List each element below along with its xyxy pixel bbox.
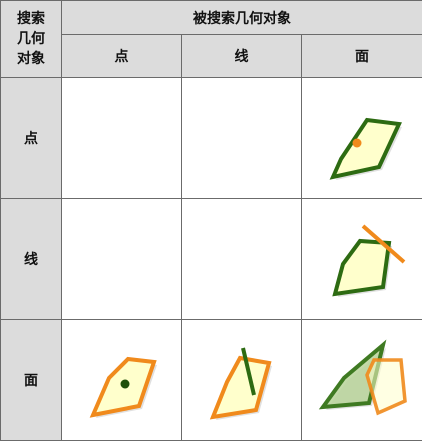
cell-polygon-point (62, 320, 182, 441)
corner-line-2: 几何 (1, 29, 61, 49)
matrix-table: 搜索 几何 对象 被搜索几何对象 点 线 面 点 线 (0, 0, 422, 441)
search-polygon (367, 360, 405, 413)
row-header-polygon: 面 (1, 320, 62, 441)
polygon-crosses-line-illustration (187, 325, 297, 435)
searched-polygon (335, 241, 389, 294)
cell-point-point (62, 78, 182, 199)
corner-line-1: 搜索 (1, 9, 61, 29)
row-header-line: 线 (1, 199, 62, 320)
column-header-line: 线 (182, 35, 302, 78)
spatial-query-matrix: 搜索 几何 对象 被搜索几何对象 点 线 面 点 线 (0, 0, 422, 440)
cell-polygon-polygon (302, 320, 422, 441)
column-header-polygon: 面 (302, 35, 422, 78)
row-header-point: 点 (1, 78, 62, 199)
cell-line-point (62, 199, 182, 320)
header-title: 被搜索几何对象 (62, 1, 422, 35)
cell-line-polygon (302, 199, 422, 320)
search-point (353, 139, 362, 148)
searched-polygon (333, 120, 399, 177)
searched-point (120, 380, 129, 389)
cell-point-line (182, 78, 302, 199)
polygon-contains-point-illustration (67, 325, 177, 435)
cell-line-line (182, 199, 302, 320)
cell-polygon-line (182, 320, 302, 441)
search-polygon (213, 358, 269, 417)
cell-point-polygon (302, 78, 422, 199)
corner-line-3: 对象 (1, 49, 61, 69)
column-header-point: 点 (62, 35, 182, 78)
point-in-polygon-illustration (307, 83, 417, 193)
line-crosses-polygon-illustration (307, 204, 417, 314)
polygon-overlaps-polygon-illustration (307, 325, 417, 435)
corner-header: 搜索 几何 对象 (1, 1, 62, 78)
